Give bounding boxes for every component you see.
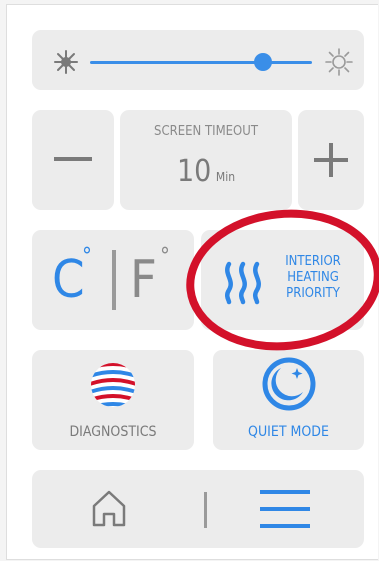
timeout-increase-button[interactable]: [298, 110, 364, 210]
diagnostics-button[interactable]: DIAGNOSTICS: [32, 350, 194, 450]
screen-timeout-value-group: 10 Min: [120, 154, 292, 189]
screen-timeout-display: SCREEN TIMEOUT 10 Min: [120, 110, 292, 210]
nav-divider: [204, 492, 207, 528]
brightness-low-icon: [54, 50, 78, 74]
temperature-unit-toggle: C ° F °: [32, 230, 194, 330]
quiet-mode-label: QUIET MODE: [248, 424, 329, 440]
celsius-option[interactable]: C °: [48, 244, 104, 314]
minus-icon: [54, 157, 92, 161]
brightness-slider-track[interactable]: [90, 61, 312, 64]
brightness-high-icon: [325, 48, 353, 76]
quiet-mode-button[interactable]: QUIET MODE: [213, 350, 364, 450]
home-icon[interactable]: [90, 488, 128, 528]
diagnostics-globe-icon: [91, 363, 135, 407]
fahrenheit-label: F: [130, 250, 157, 310]
celsius-label: C: [52, 250, 85, 310]
highlight-annotation-ellipse: [186, 209, 379, 351]
fahrenheit-option[interactable]: F °: [128, 244, 184, 314]
brightness-slider-tile: [32, 30, 364, 90]
diagnostics-label: DIAGNOSTICS: [69, 424, 157, 440]
screen-timeout-value: 10: [176, 154, 212, 189]
moon-icon: [262, 357, 316, 411]
unit-divider: [112, 250, 116, 310]
bottom-nav-bar: [32, 470, 364, 548]
celsius-degree: °: [82, 244, 92, 269]
screen-timeout-unit: Min: [215, 170, 236, 184]
screen-timeout-title: SCREEN TIMEOUT: [154, 124, 258, 139]
timeout-decrease-button[interactable]: [32, 110, 114, 210]
fahrenheit-degree: °: [160, 244, 170, 269]
plus-icon: [314, 143, 348, 177]
menu-icon[interactable]: [260, 490, 310, 528]
